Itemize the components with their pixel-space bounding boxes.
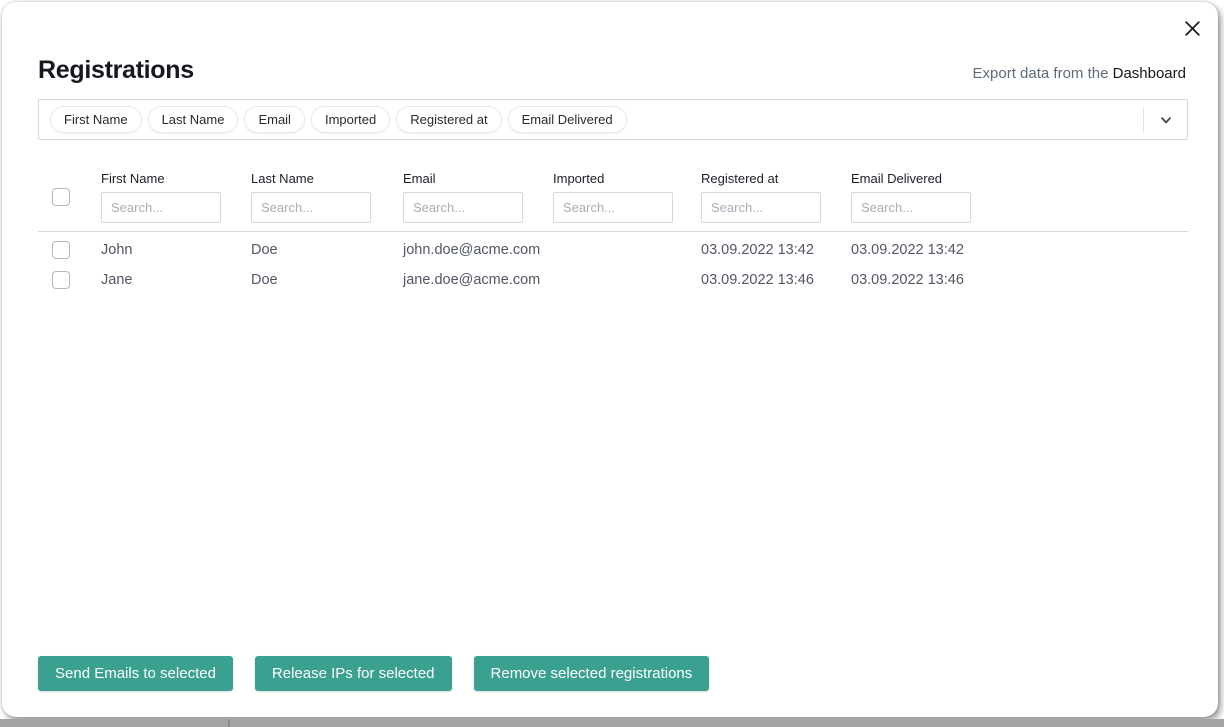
- chevron-down-icon: [1160, 114, 1172, 126]
- filter-chip-email-delivered[interactable]: Email Delivered: [508, 106, 627, 133]
- filter-chip-email[interactable]: Email: [244, 106, 305, 133]
- background-page-divider: [228, 719, 230, 727]
- remove-registrations-button[interactable]: Remove selected registrations: [474, 656, 710, 691]
- filter-dropdown-button[interactable]: [1144, 100, 1187, 139]
- release-ips-button[interactable]: Release IPs for selected: [255, 656, 452, 691]
- page-title: Registrations: [38, 56, 194, 85]
- modal-header: Registrations Export data from the Dashb…: [38, 56, 1186, 85]
- registrations-table: First Name Last Name Email Imported Regi…: [38, 171, 1188, 295]
- cell-last-name: Doe: [251, 272, 403, 288]
- table-body: John Doe john.doe@acme.com 03.09.2022 13…: [38, 235, 1188, 295]
- column-email-delivered: Email Delivered: [851, 171, 1001, 223]
- bulk-actions: Send Emails to selected Release IPs for …: [38, 656, 709, 691]
- close-button[interactable]: [1178, 14, 1206, 42]
- background-page-strip: [0, 719, 1224, 727]
- column-label: Last Name: [251, 171, 403, 186]
- column-first-name: First Name: [101, 171, 251, 223]
- registrations-modal: Registrations Export data from the Dashb…: [2, 2, 1218, 717]
- search-input-first-name[interactable]: [101, 192, 221, 223]
- send-emails-button[interactable]: Send Emails to selected: [38, 656, 233, 691]
- close-icon: [1184, 20, 1201, 37]
- column-label: Imported: [553, 171, 701, 186]
- cell-last-name: Doe: [251, 242, 403, 258]
- column-label: Email Delivered: [851, 171, 1001, 186]
- search-input-registered-at[interactable]: [701, 192, 821, 223]
- filter-bar: First Name Last Name Email Imported Regi…: [38, 99, 1188, 140]
- cell-email-delivered: 03.09.2022 13:42: [851, 242, 1001, 258]
- cell-email: jane.doe@acme.com: [403, 272, 553, 288]
- cell-first-name: Jane: [101, 272, 251, 288]
- cell-first-name: John: [101, 242, 251, 258]
- search-input-last-name[interactable]: [251, 192, 371, 223]
- filter-chip-first-name[interactable]: First Name: [50, 106, 142, 133]
- column-label: Registered at: [701, 171, 851, 186]
- select-all-checkbox[interactable]: [52, 188, 70, 206]
- search-input-imported[interactable]: [553, 192, 673, 223]
- cell-email: john.doe@acme.com: [403, 242, 553, 258]
- search-input-email[interactable]: [403, 192, 523, 223]
- column-label: Email: [403, 171, 553, 186]
- table-row: Jane Doe jane.doe@acme.com 03.09.2022 13…: [38, 265, 1188, 295]
- cell-registered-at: 03.09.2022 13:46: [701, 272, 851, 288]
- search-input-email-delivered[interactable]: [851, 192, 971, 223]
- export-note: Export data from the Dashboard: [973, 65, 1186, 82]
- cell-registered-at: 03.09.2022 13:42: [701, 242, 851, 258]
- column-email: Email: [403, 171, 553, 223]
- export-note-text: Export data from the: [973, 65, 1113, 82]
- filter-chip-registered-at[interactable]: Registered at: [396, 106, 501, 133]
- row-checkbox[interactable]: [52, 241, 70, 259]
- filter-chip-last-name[interactable]: Last Name: [148, 106, 239, 133]
- table-row: John Doe john.doe@acme.com 03.09.2022 13…: [38, 235, 1188, 265]
- column-label: First Name: [101, 171, 251, 186]
- dashboard-link[interactable]: Dashboard: [1113, 65, 1186, 82]
- filter-chip-imported[interactable]: Imported: [311, 106, 390, 133]
- row-checkbox[interactable]: [52, 271, 70, 289]
- column-imported: Imported: [553, 171, 701, 223]
- column-last-name: Last Name: [251, 171, 403, 223]
- table-header-row: First Name Last Name Email Imported Regi…: [38, 171, 1188, 232]
- cell-email-delivered: 03.09.2022 13:46: [851, 272, 1001, 288]
- column-registered-at: Registered at: [701, 171, 851, 223]
